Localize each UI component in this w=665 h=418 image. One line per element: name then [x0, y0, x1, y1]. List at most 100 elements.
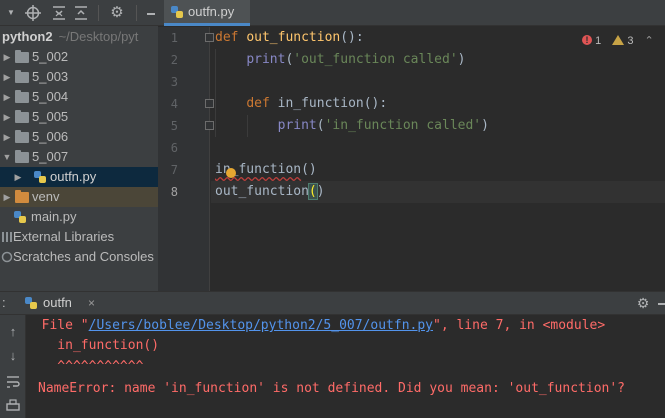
- soft-wrap-icon[interactable]: [4, 373, 22, 391]
- project-panel: ▼ ⚙ python2 ~/Desktop/pyt ▶ 5_002 ▶ 5_003: [0, 0, 158, 291]
- tree-item-main-py[interactable]: main.py: [0, 207, 158, 227]
- function-name: out_function: [246, 30, 341, 45]
- code-punct: ():: [340, 30, 364, 45]
- tree-item-5_002[interactable]: ▶ 5_002: [0, 47, 158, 67]
- code-line-5: print('in_function called'): [215, 115, 489, 137]
- chevron-up-icon[interactable]: ⌃: [645, 35, 654, 47]
- tree-item-5_007[interactable]: ▼ 5_007: [0, 147, 158, 167]
- dropdown-arrow-icon[interactable]: ▼: [2, 4, 20, 22]
- run-panel-header: : outfn × ⚙: [0, 291, 665, 315]
- inspection-widget[interactable]: 1 3 ⌃: [582, 32, 654, 49]
- tree-item-external-libraries[interactable]: External Libraries: [0, 227, 158, 247]
- print-icon[interactable]: [4, 397, 22, 415]
- editor-tab-bar: outfn.py: [158, 0, 665, 26]
- minimize-icon[interactable]: [658, 303, 665, 305]
- python-file-icon: [14, 211, 26, 223]
- scroll-down-icon[interactable]: ↓: [4, 347, 22, 365]
- scratches-icon: [1, 251, 13, 263]
- line-number: 7: [170, 163, 178, 177]
- tree-item-5_006[interactable]: ▶ 5_006: [0, 127, 158, 147]
- line-number-gutter: 1 2 3 4 5 6 7 8: [158, 27, 214, 291]
- fold-marker-icon[interactable]: [205, 121, 214, 130]
- tree-item-python2[interactable]: python2 ~/Desktop/pyt: [0, 27, 158, 47]
- tree-item-5_003[interactable]: ▶ 5_003: [0, 67, 158, 87]
- crosshair-icon[interactable]: [24, 4, 42, 22]
- keyword-def: def: [246, 96, 270, 111]
- code-punct: ): [457, 52, 466, 67]
- toolbar-separator: [98, 5, 99, 21]
- keyword-def: def: [215, 30, 239, 45]
- line-number: 2: [170, 53, 178, 67]
- console-file-link[interactable]: /Users/boblee/Desktop/python2/5_007/outf…: [89, 318, 433, 333]
- fold-marker-icon[interactable]: [205, 99, 214, 108]
- code-punct: ): [481, 118, 489, 133]
- code-line-8: out_function(): [215, 181, 325, 203]
- folder-icon: [15, 190, 29, 203]
- tree-item-label: 5_005: [32, 109, 69, 124]
- builtin-print: print: [246, 52, 286, 67]
- line-number: 3: [170, 75, 178, 89]
- run-toolbar: ↑ ↓: [0, 315, 26, 418]
- project-toolbar: ▼ ⚙: [0, 0, 158, 26]
- folder-icon: [15, 150, 29, 163]
- code-punct: (: [316, 118, 325, 133]
- chevron-right-icon[interactable]: ▶: [2, 47, 12, 67]
- console-file-line: File "/Users/boblee/Desktop/python2/5_00…: [26, 315, 606, 337]
- string-literal: 'out_function called': [293, 52, 458, 67]
- lightbulb-icon[interactable]: [226, 168, 236, 178]
- fold-marker-icon[interactable]: [205, 33, 214, 42]
- toolbar-separator: [136, 5, 137, 21]
- code-punct: ): [316, 184, 325, 199]
- tree-item-label: 5_002: [32, 49, 69, 64]
- chevron-right-icon[interactable]: ▶: [2, 127, 12, 147]
- folder-icon: [15, 50, 29, 63]
- tree-item-label: 5_003: [32, 69, 69, 84]
- chevron-right-icon[interactable]: ▶: [2, 187, 12, 207]
- tree-item-label: main.py: [31, 209, 77, 224]
- run-panel-label: :: [2, 295, 6, 310]
- collapse-all-icon[interactable]: [50, 4, 68, 22]
- tree-item-label: Scratches and Consoles: [13, 249, 154, 264]
- tree-item-label: 5_007: [32, 149, 69, 164]
- code-line-1: def out_function():: [215, 27, 364, 49]
- tab-label: outfn.py: [188, 4, 235, 19]
- code-editor[interactable]: 1 2 3 4 5 6 7 8 def out_function(): prin…: [158, 27, 665, 291]
- chevron-right-icon[interactable]: ▶: [13, 167, 23, 187]
- settings-icon[interactable]: ⚙: [108, 4, 126, 22]
- error-count: 1: [595, 35, 602, 47]
- tab-outfn-py[interactable]: outfn.py: [164, 0, 250, 26]
- close-icon[interactable]: ×: [88, 292, 95, 314]
- tree-item-5_005[interactable]: ▶ 5_005: [0, 107, 158, 127]
- scroll-up-icon[interactable]: ↑: [4, 323, 22, 341]
- tree-item-hint: ~/Desktop/pyt: [58, 29, 139, 44]
- minimize-icon[interactable]: [142, 4, 158, 22]
- chevron-down-icon[interactable]: ▼: [2, 147, 12, 167]
- builtin-print: print: [277, 118, 317, 133]
- matched-brace: (: [307, 183, 318, 200]
- library-icon: [2, 232, 12, 242]
- tree-item-label: venv: [32, 189, 60, 204]
- string-literal: 'in_function called': [324, 118, 482, 133]
- tree-item-label: outfn.py: [50, 169, 97, 184]
- tree-item-scratches[interactable]: Scratches and Consoles: [0, 247, 158, 267]
- folder-icon: [15, 70, 29, 83]
- settings-icon[interactable]: ⚙: [634, 294, 652, 312]
- line-number: 5: [170, 119, 178, 133]
- python-file-icon: [34, 171, 46, 183]
- run-tab-outfn[interactable]: outfn ×: [20, 292, 106, 315]
- tree-item-outfn-py[interactable]: ▶ outfn.py: [0, 167, 158, 187]
- chevron-right-icon[interactable]: ▶: [2, 67, 12, 87]
- tree-item-5_004[interactable]: ▶ 5_004: [0, 87, 158, 107]
- tree-item-venv[interactable]: ▶ venv: [0, 187, 158, 207]
- console-text: File ": [26, 318, 89, 333]
- run-console[interactable]: File "/Users/boblee/Desktop/python2/5_00…: [26, 315, 665, 418]
- error-icon: [582, 32, 592, 48]
- warning-count: 3: [627, 35, 634, 47]
- tree-item-label: python2: [2, 29, 53, 44]
- expand-all-icon[interactable]: [72, 4, 90, 22]
- chevron-right-icon[interactable]: ▶: [2, 87, 12, 107]
- chevron-right-icon[interactable]: ▶: [2, 107, 12, 127]
